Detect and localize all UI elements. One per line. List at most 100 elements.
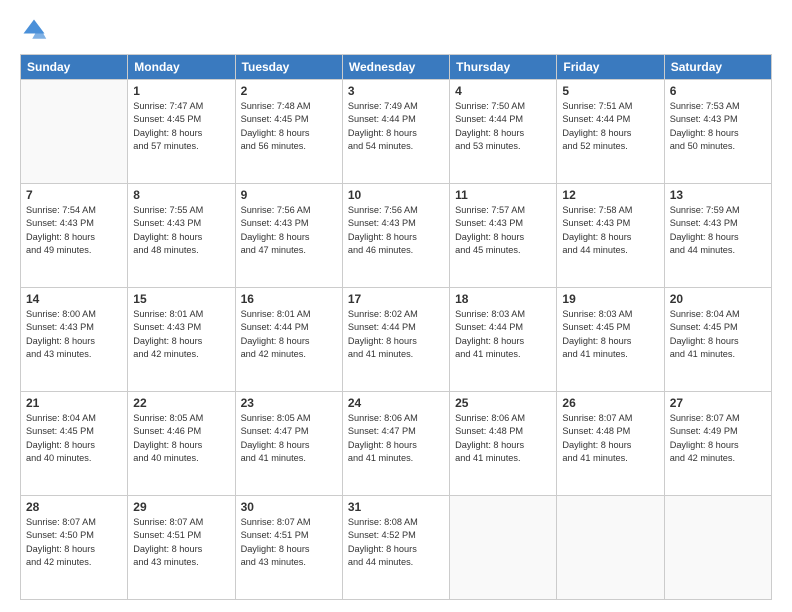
calendar-cell: 13 Sunrise: 7:59 AMSunset: 4:43 PMDayligh… <box>664 184 771 288</box>
day-number: 6 <box>670 84 766 98</box>
calendar-cell: 10 Sunrise: 7:56 AMSunset: 4:43 PMDayligh… <box>342 184 449 288</box>
day-number: 23 <box>241 396 337 410</box>
day-number: 25 <box>455 396 551 410</box>
weekday-header-row: SundayMondayTuesdayWednesdayThursdayFrid… <box>21 55 772 80</box>
weekday-header-friday: Friday <box>557 55 664 80</box>
calendar-cell: 20 Sunrise: 8:04 AMSunset: 4:45 PMDayligh… <box>664 288 771 392</box>
calendar-cell: 6Sunrise: 7:53 AMSunset: 4:43 PMDaylight… <box>664 80 771 184</box>
day-info: Sunrise: 7:54 AMSunset: 4:43 PMDaylight:… <box>26 204 122 257</box>
day-info: Sunrise: 7:51 AMSunset: 4:44 PMDaylight:… <box>562 100 658 153</box>
calendar-cell <box>450 496 557 600</box>
calendar-cell: 26 Sunrise: 8:07 AMSunset: 4:48 PMDayligh… <box>557 392 664 496</box>
calendar-cell: 5Sunrise: 7:51 AMSunset: 4:44 PMDaylight… <box>557 80 664 184</box>
calendar-cell: 16 Sunrise: 8:01 AMSunset: 4:44 PMDayligh… <box>235 288 342 392</box>
calendar-cell: 8 Sunrise: 7:55 AMSunset: 4:43 PMDaylight… <box>128 184 235 288</box>
day-info: Sunrise: 8:03 AMSunset: 4:44 PMDaylight:… <box>455 308 551 361</box>
day-number: 22 <box>133 396 229 410</box>
header <box>20 16 772 44</box>
day-info: Sunrise: 7:58 AMSunset: 4:43 PMDaylight:… <box>562 204 658 257</box>
day-info: Sunrise: 7:56 AMSunset: 4:43 PMDaylight:… <box>348 204 444 257</box>
day-number: 1 <box>133 84 229 98</box>
calendar-table: SundayMondayTuesdayWednesdayThursdayFrid… <box>20 54 772 600</box>
calendar-cell: 1Sunrise: 7:47 AMSunset: 4:45 PMDaylight… <box>128 80 235 184</box>
calendar-cell: 7 Sunrise: 7:54 AMSunset: 4:43 PMDaylight… <box>21 184 128 288</box>
logo-icon <box>20 16 48 44</box>
day-info: Sunrise: 7:50 AMSunset: 4:44 PMDaylight:… <box>455 100 551 153</box>
day-info: Sunrise: 8:08 AMSunset: 4:52 PMDaylight:… <box>348 516 444 569</box>
day-info: Sunrise: 7:57 AMSunset: 4:43 PMDaylight:… <box>455 204 551 257</box>
day-number: 28 <box>26 500 122 514</box>
day-number: 2 <box>241 84 337 98</box>
day-number: 13 <box>670 188 766 202</box>
calendar-cell <box>557 496 664 600</box>
week-row-5: 28 Sunrise: 8:07 AMSunset: 4:50 PMDayligh… <box>21 496 772 600</box>
day-info: Sunrise: 8:07 AMSunset: 4:49 PMDaylight:… <box>670 412 766 465</box>
calendar-cell: 4 Sunrise: 7:50 AMSunset: 4:44 PMDaylight… <box>450 80 557 184</box>
weekday-header-saturday: Saturday <box>664 55 771 80</box>
day-number: 21 <box>26 396 122 410</box>
week-row-4: 21 Sunrise: 8:04 AMSunset: 4:45 PMDayligh… <box>21 392 772 496</box>
calendar-cell: 17 Sunrise: 8:02 AMSunset: 4:44 PMDayligh… <box>342 288 449 392</box>
logo <box>20 16 52 44</box>
day-info: Sunrise: 8:04 AMSunset: 4:45 PMDaylight:… <box>670 308 766 361</box>
day-info: Sunrise: 8:07 AMSunset: 4:48 PMDaylight:… <box>562 412 658 465</box>
day-number: 11 <box>455 188 551 202</box>
page: SundayMondayTuesdayWednesdayThursdayFrid… <box>0 0 792 612</box>
day-info: Sunrise: 8:01 AMSunset: 4:43 PMDaylight:… <box>133 308 229 361</box>
day-number: 9 <box>241 188 337 202</box>
day-info: Sunrise: 8:01 AMSunset: 4:44 PMDaylight:… <box>241 308 337 361</box>
day-info: Sunrise: 8:07 AMSunset: 4:51 PMDaylight:… <box>241 516 337 569</box>
calendar-cell: 24 Sunrise: 8:06 AMSunset: 4:47 PMDayligh… <box>342 392 449 496</box>
week-row-3: 14 Sunrise: 8:00 AMSunset: 4:43 PMDayligh… <box>21 288 772 392</box>
day-number: 4 <box>455 84 551 98</box>
day-number: 18 <box>455 292 551 306</box>
day-number: 20 <box>670 292 766 306</box>
weekday-header-thursday: Thursday <box>450 55 557 80</box>
day-number: 24 <box>348 396 444 410</box>
calendar-cell: 14 Sunrise: 8:00 AMSunset: 4:43 PMDayligh… <box>21 288 128 392</box>
day-info: Sunrise: 7:55 AMSunset: 4:43 PMDaylight:… <box>133 204 229 257</box>
calendar-cell: 9 Sunrise: 7:56 AMSunset: 4:43 PMDaylight… <box>235 184 342 288</box>
day-number: 10 <box>348 188 444 202</box>
calendar-cell <box>21 80 128 184</box>
calendar-cell: 21 Sunrise: 8:04 AMSunset: 4:45 PMDayligh… <box>21 392 128 496</box>
day-info: Sunrise: 8:02 AMSunset: 4:44 PMDaylight:… <box>348 308 444 361</box>
weekday-header-sunday: Sunday <box>21 55 128 80</box>
calendar-cell: 28 Sunrise: 8:07 AMSunset: 4:50 PMDayligh… <box>21 496 128 600</box>
day-info: Sunrise: 8:04 AMSunset: 4:45 PMDaylight:… <box>26 412 122 465</box>
calendar-cell: 11 Sunrise: 7:57 AMSunset: 4:43 PMDayligh… <box>450 184 557 288</box>
weekday-header-monday: Monday <box>128 55 235 80</box>
day-info: Sunrise: 8:03 AMSunset: 4:45 PMDaylight:… <box>562 308 658 361</box>
day-number: 31 <box>348 500 444 514</box>
weekday-header-tuesday: Tuesday <box>235 55 342 80</box>
day-number: 7 <box>26 188 122 202</box>
day-number: 27 <box>670 396 766 410</box>
calendar-cell: 29Sunrise: 8:07 AMSunset: 4:51 PMDayligh… <box>128 496 235 600</box>
day-info: Sunrise: 7:59 AMSunset: 4:43 PMDaylight:… <box>670 204 766 257</box>
day-info: Sunrise: 8:06 AMSunset: 4:47 PMDaylight:… <box>348 412 444 465</box>
calendar-cell: 3 Sunrise: 7:49 AMSunset: 4:44 PMDaylight… <box>342 80 449 184</box>
calendar-cell: 15 Sunrise: 8:01 AMSunset: 4:43 PMDayligh… <box>128 288 235 392</box>
day-number: 26 <box>562 396 658 410</box>
day-number: 30 <box>241 500 337 514</box>
weekday-header-wednesday: Wednesday <box>342 55 449 80</box>
day-info: Sunrise: 7:49 AMSunset: 4:44 PMDaylight:… <box>348 100 444 153</box>
day-number: 12 <box>562 188 658 202</box>
day-number: 17 <box>348 292 444 306</box>
day-number: 16 <box>241 292 337 306</box>
day-info: Sunrise: 8:07 AMSunset: 4:51 PMDaylight:… <box>133 516 229 569</box>
day-info: Sunrise: 7:56 AMSunset: 4:43 PMDaylight:… <box>241 204 337 257</box>
calendar-cell: 31 Sunrise: 8:08 AMSunset: 4:52 PMDayligh… <box>342 496 449 600</box>
day-number: 19 <box>562 292 658 306</box>
day-info: Sunrise: 8:00 AMSunset: 4:43 PMDaylight:… <box>26 308 122 361</box>
day-number: 15 <box>133 292 229 306</box>
day-info: Sunrise: 8:06 AMSunset: 4:48 PMDaylight:… <box>455 412 551 465</box>
calendar-cell: 30 Sunrise: 8:07 AMSunset: 4:51 PMDayligh… <box>235 496 342 600</box>
calendar-cell: 27 Sunrise: 8:07 AMSunset: 4:49 PMDayligh… <box>664 392 771 496</box>
day-number: 8 <box>133 188 229 202</box>
day-number: 14 <box>26 292 122 306</box>
calendar-cell: 19 Sunrise: 8:03 AMSunset: 4:45 PMDayligh… <box>557 288 664 392</box>
week-row-2: 7 Sunrise: 7:54 AMSunset: 4:43 PMDaylight… <box>21 184 772 288</box>
day-info: Sunrise: 8:07 AMSunset: 4:50 PMDaylight:… <box>26 516 122 569</box>
day-number: 3 <box>348 84 444 98</box>
